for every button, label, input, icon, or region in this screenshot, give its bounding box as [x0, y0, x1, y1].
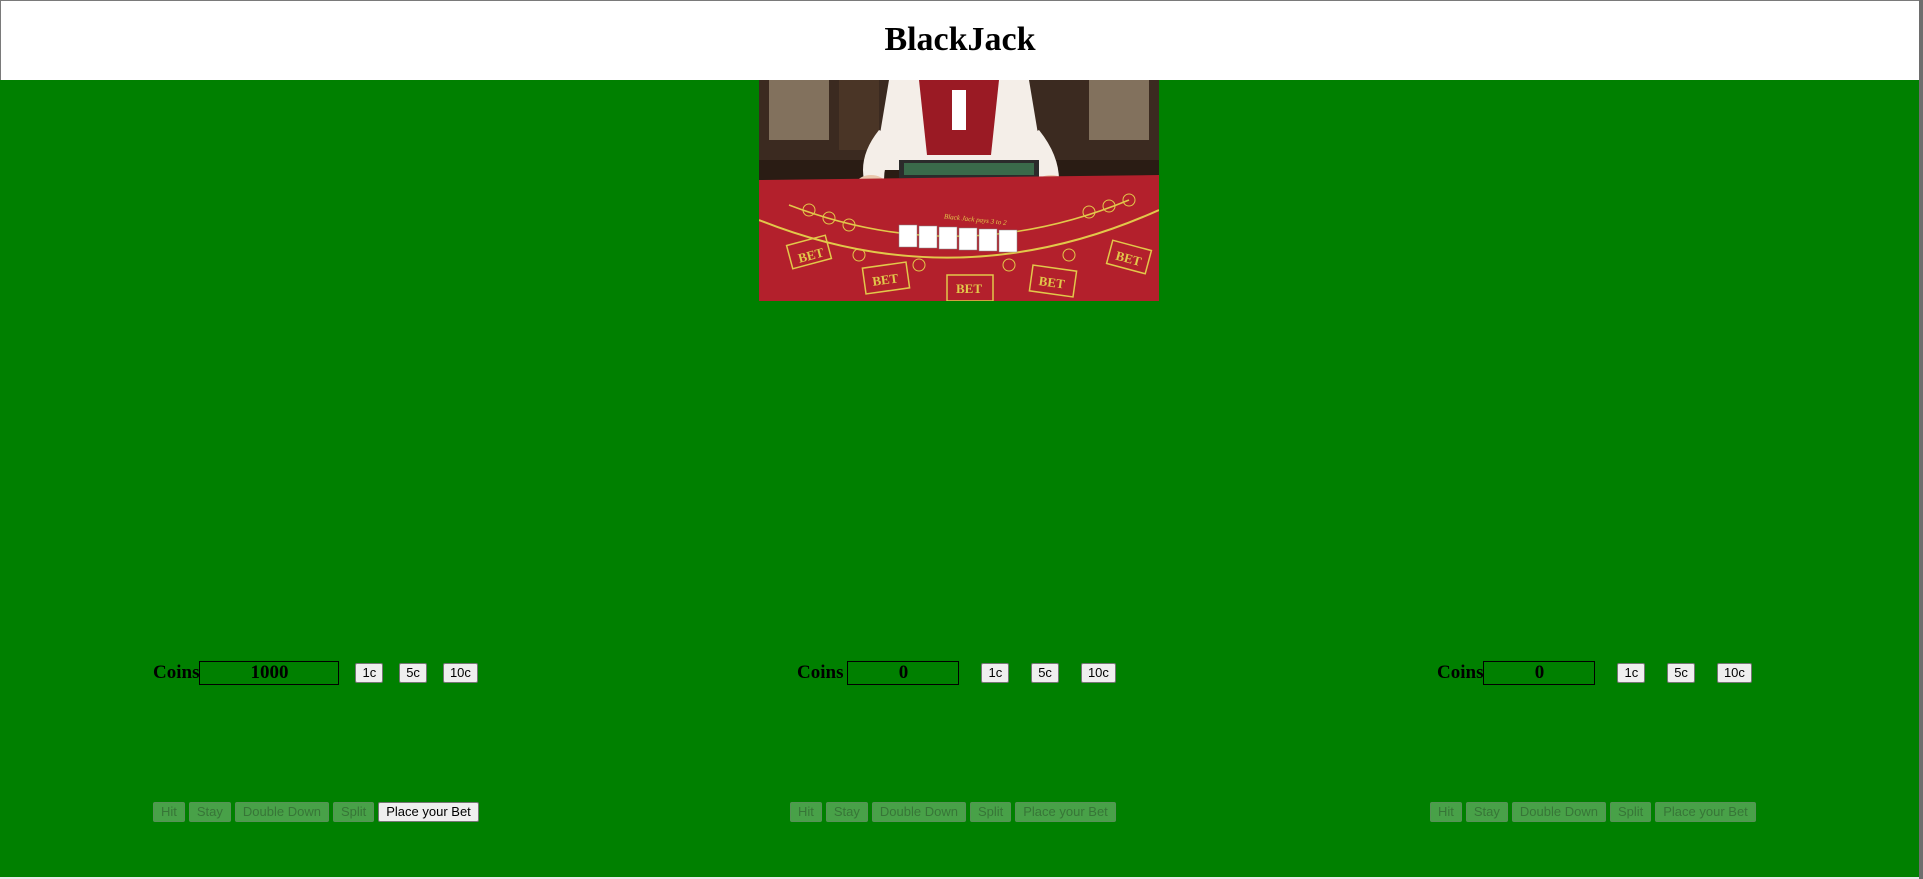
double-down-button[interactable]: Double Down [1511, 802, 1606, 822]
chip-10c-button[interactable]: 10c [1716, 663, 1752, 683]
window-scrollbar-edge [1919, 0, 1923, 879]
split-button[interactable]: Split [332, 802, 375, 822]
coins-label: Coins [153, 662, 200, 683]
chip-10c-button[interactable]: 10c [1080, 663, 1116, 683]
chip-5c-button[interactable]: 5c [1031, 663, 1059, 683]
page-title: BlackJack [884, 21, 1036, 58]
coins-field[interactable] [847, 661, 960, 685]
coins-label: Coins [1437, 662, 1484, 683]
chip-1c-button[interactable]: 1c [1617, 663, 1646, 683]
player-2-actions: Hit Stay Double Down Split Place your Be… [790, 802, 1116, 822]
player-1-actions: Hit Stay Double Down Split Place your Be… [153, 802, 479, 822]
chip-10c-button[interactable]: 10c [442, 663, 478, 683]
hit-button[interactable]: Hit [153, 802, 185, 822]
page: BlackJack BET BET BET BET BET Black Jack… [0, 0, 1923, 879]
stay-button[interactable]: Stay [825, 802, 868, 822]
split-button[interactable]: Split [969, 802, 1012, 822]
hit-button[interactable]: Hit [1430, 802, 1462, 822]
header-bar: BlackJack [0, 0, 1919, 80]
chip-5c-button[interactable]: 5c [1667, 663, 1695, 683]
bet-label: BET [956, 281, 982, 296]
place-bet-button[interactable]: Place your Bet [1655, 802, 1756, 822]
double-down-button[interactable]: Double Down [871, 802, 966, 822]
dealer-table-image: BET BET BET BET BET Black Jack pays 3 to… [759, 80, 1159, 301]
player-3-actions: Hit Stay Double Down Split Place your Be… [1430, 802, 1756, 822]
chip-1c-button[interactable]: 1c [355, 663, 384, 683]
coins-field[interactable] [1483, 661, 1596, 685]
stay-button[interactable]: Stay [188, 802, 231, 822]
split-button[interactable]: Split [1609, 802, 1652, 822]
coins-label: Coins [797, 662, 844, 683]
coins-field[interactable] [199, 661, 340, 685]
player-3-coins-row: Coins 1c 5c 10c [1437, 660, 1752, 686]
place-bet-button[interactable]: Place your Bet [1015, 802, 1116, 822]
hit-button[interactable]: Hit [790, 802, 822, 822]
stay-button[interactable]: Stay [1465, 802, 1508, 822]
chip-1c-button[interactable]: 1c [981, 663, 1010, 683]
double-down-button[interactable]: Double Down [234, 802, 329, 822]
player-1-coins-row: Coins 1c 5c 10c [153, 660, 478, 686]
chip-5c-button[interactable]: 5c [399, 663, 427, 683]
place-bet-button[interactable]: Place your Bet [378, 802, 479, 822]
player-2-coins-row: Coins 1c 5c 10c [797, 660, 1116, 686]
dealer-illustration: BET BET BET BET BET Black Jack pays 3 to… [759, 80, 1159, 301]
